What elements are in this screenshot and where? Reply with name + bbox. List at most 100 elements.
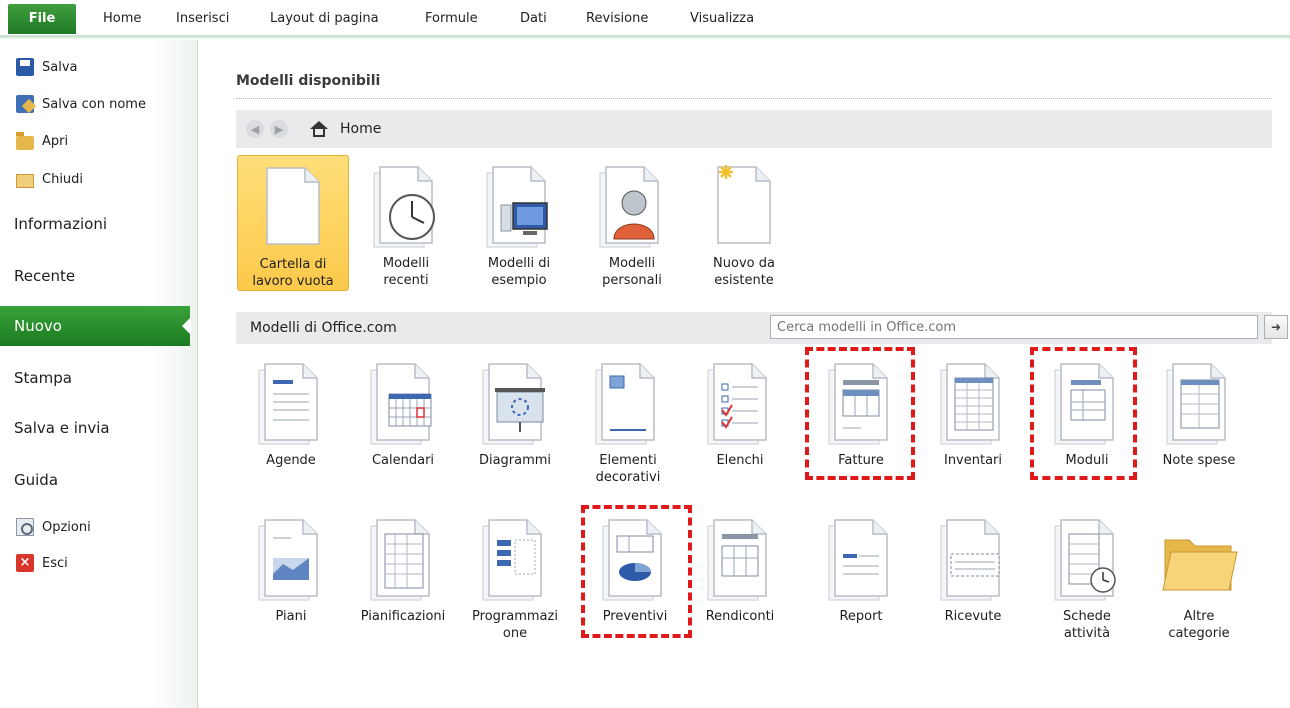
- tile-icon-wrap: [592, 161, 672, 249]
- blank-document-icon: [266, 167, 320, 245]
- office-category-label: Agende: [266, 453, 316, 468]
- search-arrow-button[interactable]: ➜: [1264, 315, 1288, 339]
- tab-insert[interactable]: Inserisci: [176, 11, 229, 26]
- nav-help[interactable]: Guida: [0, 460, 198, 500]
- office-category-tile[interactable]: Pianificazioni: [347, 508, 459, 625]
- close-command[interactable]: Chiudi: [16, 166, 83, 192]
- checklist-icon: [707, 363, 767, 445]
- office-category-tile[interactable]: Rendiconti: [684, 508, 796, 625]
- tile-icon-wrap: [253, 162, 333, 250]
- save-as-icon: [16, 95, 34, 113]
- diagram-icon: [482, 363, 545, 445]
- nav-new[interactable]: Nuovo: [0, 306, 191, 346]
- open-label: Apri: [42, 133, 69, 149]
- office-category-label: Note spese: [1162, 453, 1236, 468]
- tile-icon-wrap: [933, 358, 1013, 446]
- person-icon: [599, 166, 659, 248]
- template-label: Nuovo da esistente: [713, 256, 775, 288]
- office-category-label: Inventari: [943, 453, 1003, 468]
- tile-icon-wrap: [933, 514, 1013, 602]
- template-tile[interactable]: Modelli recenti: [350, 155, 462, 289]
- office-category-label: Elementi decorativi: [595, 453, 661, 485]
- tile-icon-wrap: [475, 358, 555, 446]
- breadcrumb[interactable]: Home: [340, 121, 381, 137]
- close-folder-icon: [16, 174, 34, 188]
- template-label: Modelli di esempio: [487, 256, 551, 288]
- nav-save-send[interactable]: Salva e invia: [0, 408, 198, 448]
- office-category-label: Altre categorie: [1168, 609, 1230, 641]
- save-command[interactable]: Salva: [16, 54, 78, 80]
- page-title: Modelli disponibili: [236, 73, 381, 89]
- tab-formulas[interactable]: Formule: [425, 11, 478, 26]
- tile-icon-wrap: [251, 514, 331, 602]
- office-category-tile[interactable]: Elementi decorativi: [572, 352, 684, 486]
- office-category-label: Programmazi one: [472, 609, 558, 641]
- office-category-tile[interactable]: Schede attività: [1031, 508, 1143, 642]
- folder-icon: [1162, 539, 1238, 591]
- office-category-tile[interactable]: Calendari: [347, 352, 459, 469]
- search-input[interactable]: [770, 315, 1258, 339]
- tile-icon-wrap: [1159, 358, 1239, 446]
- calendar-icon: [370, 363, 432, 445]
- tab-data[interactable]: Dati: [520, 11, 547, 26]
- template-label: Cartella di lavoro vuota: [252, 257, 334, 289]
- tile-icon-wrap: [363, 358, 443, 446]
- office-category-tile[interactable]: Elenchi: [684, 352, 796, 469]
- office-templates-title: Modelli di Office.com: [250, 320, 397, 336]
- template-tile[interactable]: Modelli personali: [576, 155, 688, 289]
- office-category-tile[interactable]: Report: [805, 508, 917, 625]
- agenda-icon: [258, 363, 318, 445]
- statement-icon: [707, 519, 767, 601]
- forward-button[interactable]: ▶: [270, 120, 288, 138]
- office-category-label: Schede attività: [1063, 609, 1111, 641]
- save-as-command[interactable]: Salva con nome: [16, 91, 146, 117]
- back-button[interactable]: ◀: [246, 120, 264, 138]
- template-tile[interactable]: Modelli di esempio: [463, 155, 575, 289]
- highlight-moduli: [1030, 347, 1137, 480]
- open-folder-icon: [16, 132, 34, 150]
- exit-command[interactable]: × Esci: [16, 550, 68, 576]
- template-tile[interactable]: Cartella di lavoro vuota: [237, 155, 349, 291]
- tab-review[interactable]: Revisione: [586, 11, 648, 26]
- office-category-tile[interactable]: Ricevute: [917, 508, 1029, 625]
- office-category-label: Elenchi: [716, 453, 764, 468]
- tab-page-layout[interactable]: Layout di pagina: [270, 11, 379, 26]
- options-icon: [16, 518, 34, 536]
- options-label: Opzioni: [42, 519, 91, 535]
- office-category-tile[interactable]: Altre categorie: [1143, 508, 1255, 642]
- office-category-tile[interactable]: Agende: [235, 352, 347, 469]
- open-command[interactable]: Apri: [16, 128, 68, 154]
- office-category-label: Piani: [275, 609, 307, 624]
- tile-icon-wrap: [479, 161, 559, 249]
- nav-info[interactable]: Informazioni: [0, 204, 198, 244]
- options-command[interactable]: Opzioni: [16, 514, 91, 540]
- office-category-tile[interactable]: Piani: [235, 508, 347, 625]
- office-category-tile[interactable]: Note spese: [1143, 352, 1255, 469]
- office-category-label: Diagrammi: [478, 453, 552, 468]
- tile-icon-wrap: [366, 161, 446, 249]
- template-label: Modelli recenti: [382, 256, 430, 288]
- programming-icon: [482, 519, 542, 601]
- tile-icon-wrap: [588, 358, 668, 446]
- nav-print[interactable]: Stampa: [0, 358, 198, 398]
- office-category-tile[interactable]: Programmazi one: [459, 508, 571, 642]
- tile-icon-wrap: [821, 514, 901, 602]
- backstage-nav-pane: Salva Salva con nome Apri Chiudi Informa…: [0, 40, 198, 708]
- office-category-label: Rendiconti: [705, 609, 775, 624]
- office-category-tile[interactable]: Diagrammi: [459, 352, 571, 469]
- template-label: Modelli personali: [602, 256, 662, 288]
- highlight-preventivi: [581, 505, 692, 638]
- office-category-tile[interactable]: Inventari: [917, 352, 1029, 469]
- chart-plan-icon: [258, 519, 318, 601]
- receipt-icon: [940, 519, 1000, 601]
- schedule-icon: [370, 519, 430, 601]
- tab-view[interactable]: Visualizza: [690, 11, 754, 26]
- template-tile[interactable]: Nuovo da esistente: [688, 155, 800, 289]
- file-tab[interactable]: File: [8, 4, 76, 34]
- office-category-label: Pianificazioni: [360, 609, 446, 624]
- tab-home[interactable]: Home: [103, 11, 141, 26]
- clock-icon: [373, 166, 435, 248]
- nav-recent[interactable]: Recente: [0, 256, 198, 296]
- home-icon[interactable]: [310, 121, 328, 137]
- tile-icon-wrap: [1159, 514, 1239, 602]
